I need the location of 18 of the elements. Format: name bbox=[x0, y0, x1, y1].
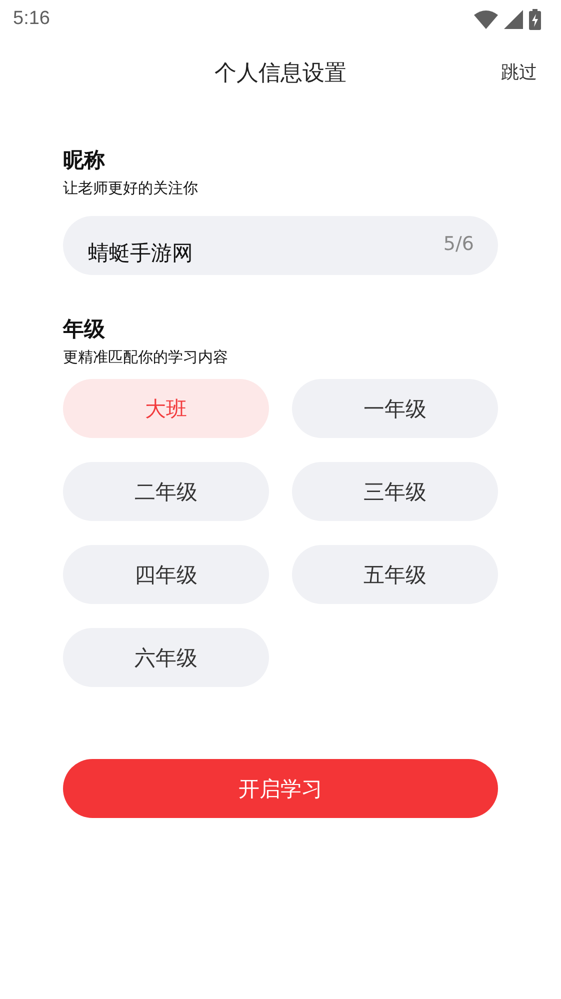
grade-hint: 更精准匹配你的学习内容 bbox=[63, 347, 229, 367]
character-counter: 5/6 bbox=[443, 233, 474, 255]
skip-button[interactable]: 跳过 bbox=[501, 60, 537, 84]
nickname-label: 昵称 bbox=[63, 147, 106, 174]
start-learning-button[interactable]: 开启学习 bbox=[63, 759, 498, 818]
grade-option[interactable]: 二年级 bbox=[63, 462, 269, 521]
grade-option[interactable]: 四年级 bbox=[63, 545, 269, 604]
nickname-hint: 让老师更好的关注你 bbox=[63, 178, 199, 198]
wifi-icon bbox=[474, 10, 498, 28]
page-title: 个人信息设置 bbox=[214, 60, 346, 88]
grade-option[interactable]: 五年级 bbox=[292, 545, 498, 604]
grade-option[interactable]: 三年级 bbox=[292, 462, 498, 521]
status-time: 5:16 bbox=[13, 8, 50, 30]
battery-charging-icon bbox=[529, 8, 541, 30]
grade-label: 年级 bbox=[63, 316, 106, 343]
grade-option[interactable]: 一年级 bbox=[292, 379, 498, 438]
signal-icon bbox=[504, 10, 523, 28]
grade-option[interactable]: 六年级 bbox=[63, 628, 269, 687]
